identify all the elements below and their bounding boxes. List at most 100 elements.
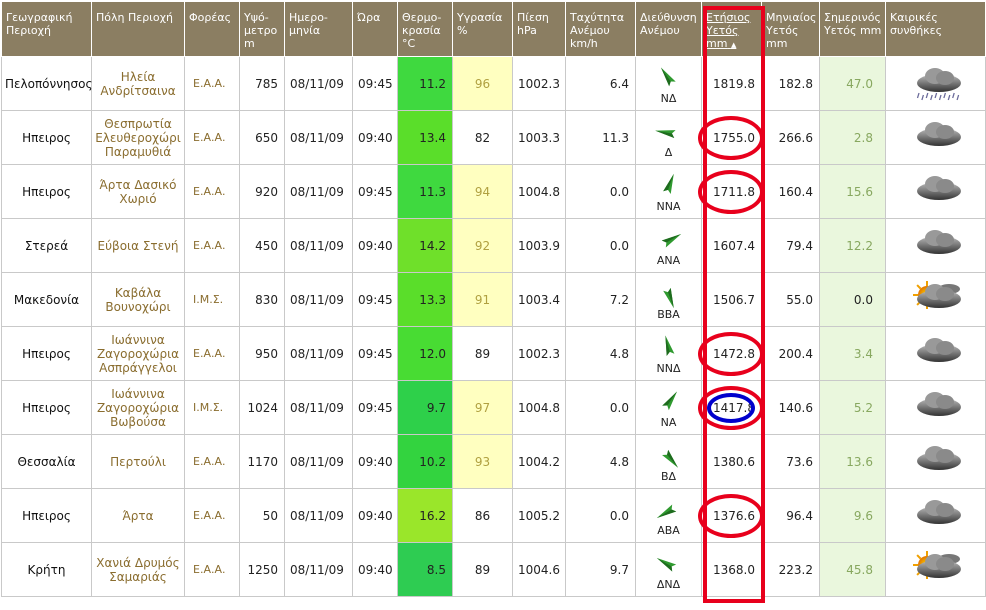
wind-speed-cell: 7.2 [565,272,636,327]
humidity-cell: 96 [452,56,513,111]
pressure-cell: 1005.2 [512,488,566,543]
sort-ascending-icon: ▲ [730,41,737,49]
wind-direction-cell: ΝΑ [635,380,702,435]
header-row: Γεωγραφική Περιοχή Πόλη Περιοχή Φορέας Υ… [1,1,986,57]
wind-direction-cell: ΒΔ [635,434,702,489]
altitude-cell: 830 [239,272,285,327]
wind-direction-cell: Δ [635,110,702,165]
operator-cell: Ε.Α.Α. [184,164,240,219]
table-row: Μακεδονία Καβάλα Βουνοχώρι Ι.Μ.Σ. 830 08/11/… [1,272,986,327]
header-wind-speed[interactable]: Ταχύτητα Ανέμου km/h [565,1,636,57]
annual-rain-cell: 1380.6 [701,434,762,489]
header-humidity[interactable]: Υγρασία % [452,1,513,57]
wind-speed-cell: 4.8 [565,434,636,489]
altitude-cell: 1024 [239,380,285,435]
header-date[interactable]: Ημερο-μηνία [284,1,353,57]
altitude-cell: 650 [239,110,285,165]
conditions-cell [885,218,986,273]
date-cell: 08/11/09 [284,272,353,327]
altitude-cell: 920 [239,164,285,219]
monthly-rain-cell: 55.0 [761,272,820,327]
temperature-cell: 14.2 [397,218,453,273]
monthly-rain-cell: 223.2 [761,542,820,597]
time-cell: 09:45 [352,326,398,381]
humidity-cell: 97 [452,380,513,435]
header-operator[interactable]: Φορέας [184,1,240,57]
monthly-rain-cell: 73.6 [761,434,820,489]
wind-direction-label: ΑΝΑ [656,254,681,267]
pressure-cell: 1002.3 [512,56,566,111]
header-altitude[interactable]: Υψό-μετρο m [239,1,285,57]
header-annual-rain-label: Ετήσιος Υετός mm [706,11,751,50]
wind-direction-cell: ΝΝΑ [635,164,702,219]
humidity-cell: 86 [452,488,513,543]
cloud-icon [905,392,967,430]
city-cell: Θεσπρωτία Ελευθεροχώρι Παραμυθιά [91,110,185,165]
wind-speed-cell: 11.3 [565,110,636,165]
pressure-cell: 1004.6 [512,542,566,597]
wind-arrow-icon [636,442,701,472]
today-rain-cell: 2.8 [819,110,886,165]
temperature-cell: 10.2 [397,434,453,489]
monthly-rain-cell: 182.8 [761,56,820,111]
monthly-rain-cell: 266.6 [761,110,820,165]
humidity-cell: 89 [452,326,513,381]
header-time[interactable]: Ώρα [352,1,398,57]
table-row: Κρήτη Χανιά Δρυμός Σαμαριάς Ε.Α.Α. 1250 08/1… [1,542,986,597]
region-cell: Μακεδονία [1,272,92,327]
altitude-cell: 785 [239,56,285,111]
annual-rain-cell: 1472.8 [701,326,762,381]
wind-arrow-icon [636,496,701,526]
time-cell: 09:40 [352,542,398,597]
header-today-rain[interactable]: Σημερινός Υετός mm [819,1,886,57]
region-cell: Πελοπόννησος [1,56,93,111]
operator-cell: Ε.Α.Α. [184,488,240,543]
date-cell: 08/11/09 [284,380,353,435]
cloud-icon [905,446,967,484]
region-cell: Ηπειρος [1,110,92,165]
wind-speed-cell: 6.4 [565,56,636,111]
header-pressure[interactable]: Πίεση hPa [512,1,566,57]
wind-direction-label: ΝΑ [660,416,677,429]
region-cell: Κρήτη [1,542,92,597]
temperature-cell: 11.2 [397,56,453,111]
wind-arrow-icon [636,226,701,256]
date-cell: 08/11/09 [284,434,353,489]
operator-cell: Ε.Α.Α. [184,110,240,165]
wind-direction-label: ΔΝΔ [656,578,681,591]
today-rain-cell: 3.4 [819,326,886,381]
header-region[interactable]: Γεωγραφική Περιοχή [1,1,92,57]
operator-cell: Ε.Α.Α. [184,326,240,381]
date-cell: 08/11/09 [284,164,353,219]
annual-rain-cell: 1506.7 [701,272,762,327]
wind-arrow-icon [636,388,701,418]
conditions-cell [885,56,986,111]
wind-speed-cell: 4.8 [565,326,636,381]
temperature-cell: 13.4 [397,110,453,165]
humidity-cell: 91 [452,272,513,327]
pressure-cell: 1004.2 [512,434,566,489]
conditions-cell [885,110,986,165]
altitude-cell: 950 [239,326,285,381]
sun-cloud-icon [905,551,967,592]
monthly-rain-cell: 200.4 [761,326,820,381]
header-temperature[interactable]: Θερμο-κρασία °C [397,1,453,57]
header-conditions[interactable]: Καιρικές συνθήκες [885,1,986,57]
table-row: Στερεά Εύβοια Στενή Ε.Α.Α. 450 08/11/09 09:40… [1,218,986,273]
time-cell: 09:40 [352,434,398,489]
wind-arrow-icon [636,280,701,310]
date-cell: 08/11/09 [284,56,353,111]
table-row: Ηπειρος Ιωάννινα Ζαγοροχώρια Βωβούσα Ι.Μ.Σ… [1,380,986,435]
header-wind-direction[interactable]: Διεύθυνση Ανέμου [635,1,702,57]
header-annual-rain[interactable]: Ετήσιος Υετός mm ▲ [701,1,762,57]
header-monthly-rain[interactable]: Μηνιαίος Υετός mm [761,1,820,57]
city-cell: Καβάλα Βουνοχώρι [91,272,185,327]
header-city[interactable]: Πόλη Περιοχή [91,1,185,57]
pressure-cell: 1004.8 [512,380,566,435]
humidity-cell: 94 [452,164,513,219]
wind-speed-cell: 0.0 [565,218,636,273]
wind-direction-cell: ΝΔ [635,56,702,111]
operator-cell: Ι.Μ.Σ. [184,380,240,435]
conditions-cell [885,380,986,435]
monthly-rain-cell: 160.4 [761,164,820,219]
